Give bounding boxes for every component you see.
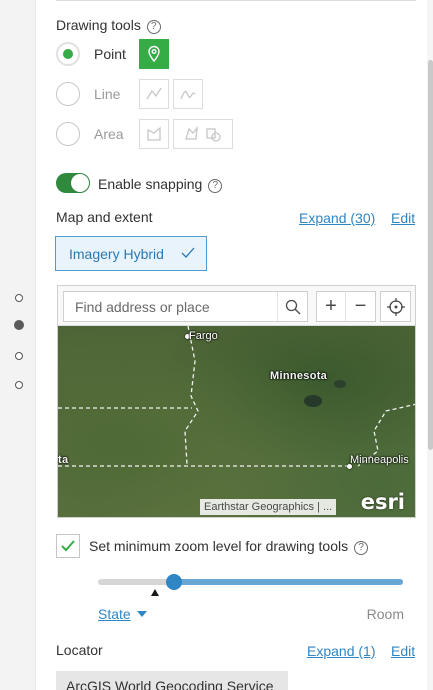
map-extent-title: Map and extent (56, 209, 153, 225)
min-zoom-label: Set minimum zoom level for drawing tools (89, 538, 349, 554)
step-indicator[interactable] (15, 381, 23, 389)
step-indicator[interactable] (15, 294, 23, 302)
map-label-minneapolis: Minneapolis (350, 454, 409, 466)
min-zoom-checkbox[interactable] (56, 534, 80, 558)
divider (56, 0, 416, 1)
point-radio[interactable] (56, 42, 80, 66)
map-label-state-partial: ta (58, 454, 69, 466)
chevron-down-icon (136, 611, 147, 617)
polygon-icon[interactable] (139, 119, 169, 149)
question-circle-icon[interactable]: ? (354, 541, 369, 555)
expand-map-layers-link[interactable]: Expand (30) (299, 210, 375, 226)
drawing-tools-title: Drawing tools (56, 17, 141, 33)
zoom-slider-fill (175, 579, 403, 585)
edit-locator-link[interactable]: Edit (391, 643, 415, 659)
step-indicator[interactable] (15, 352, 23, 360)
zoom-level-dropdown[interactable]: State (98, 606, 147, 622)
map-search-box (63, 291, 308, 322)
snapping-label: Enable snapping (98, 176, 203, 192)
locator-service-chip[interactable]: ArcGIS World Geocoding Service (56, 671, 288, 690)
freehand-polygon-icon[interactable] (173, 119, 233, 149)
checkmark-icon (61, 540, 75, 552)
line-label: Line (94, 86, 121, 102)
settings-panel: Drawing tools? Point Line Area Enable sn… (36, 0, 427, 690)
freehand-line-icon[interactable] (173, 79, 203, 109)
map-label-minnesota: Minnesota (270, 370, 328, 382)
zoom-in-button[interactable]: + (317, 292, 346, 321)
basemap-label: Imagery Hybrid (69, 245, 164, 262)
zoom-level-value[interactable]: State (98, 606, 131, 622)
polyline-icon[interactable] (139, 79, 169, 109)
current-zoom-marker (151, 589, 159, 596)
area-label: Area (94, 126, 124, 142)
zoom-out-button[interactable]: − (346, 292, 375, 321)
drawing-tools-heading: Drawing tools? (56, 17, 161, 34)
tool-option-point[interactable]: Point (56, 40, 206, 68)
step-navigation-rail (0, 0, 36, 690)
edit-map-link[interactable]: Edit (391, 210, 415, 226)
question-circle-icon[interactable]: ? (208, 179, 223, 193)
step-indicator-active[interactable] (14, 320, 24, 330)
scrollbar-thumb[interactable] (428, 60, 433, 450)
question-circle-icon[interactable]: ? (146, 20, 161, 34)
basemap-chip[interactable]: Imagery Hybrid (55, 236, 207, 271)
snapping-toggle[interactable] (56, 173, 90, 193)
map-view[interactable]: + − Fargo Minnesota ta Minneapolis Earth… (57, 285, 416, 518)
zoom-controls: + − (316, 291, 376, 322)
expand-locator-link[interactable]: Expand (1) (307, 643, 375, 659)
scrollbar[interactable] (427, 0, 433, 690)
map-attribution[interactable]: Earthstar Geographics | ... (200, 499, 337, 515)
locator-title: Locator (56, 642, 103, 658)
min-zoom-label-row: Set minimum zoom level for drawing tools… (89, 538, 369, 555)
map-toolbar: + − (58, 286, 415, 326)
area-radio[interactable] (56, 122, 80, 146)
snapping-label-row: Enable snapping? (98, 176, 223, 193)
map-label-fargo: Fargo (189, 330, 218, 342)
zoom-max-label: Room (366, 606, 404, 622)
map-pin-icon[interactable] (139, 39, 169, 69)
line-radio[interactable] (56, 82, 80, 106)
zoom-slider-thumb[interactable] (166, 574, 182, 590)
point-label: Point (94, 46, 126, 62)
locate-icon[interactable] (380, 291, 411, 322)
esri-logo: esri (360, 490, 405, 514)
search-icon[interactable] (277, 292, 307, 321)
map-search-input[interactable] (64, 292, 274, 321)
checkmark-icon (181, 247, 195, 258)
